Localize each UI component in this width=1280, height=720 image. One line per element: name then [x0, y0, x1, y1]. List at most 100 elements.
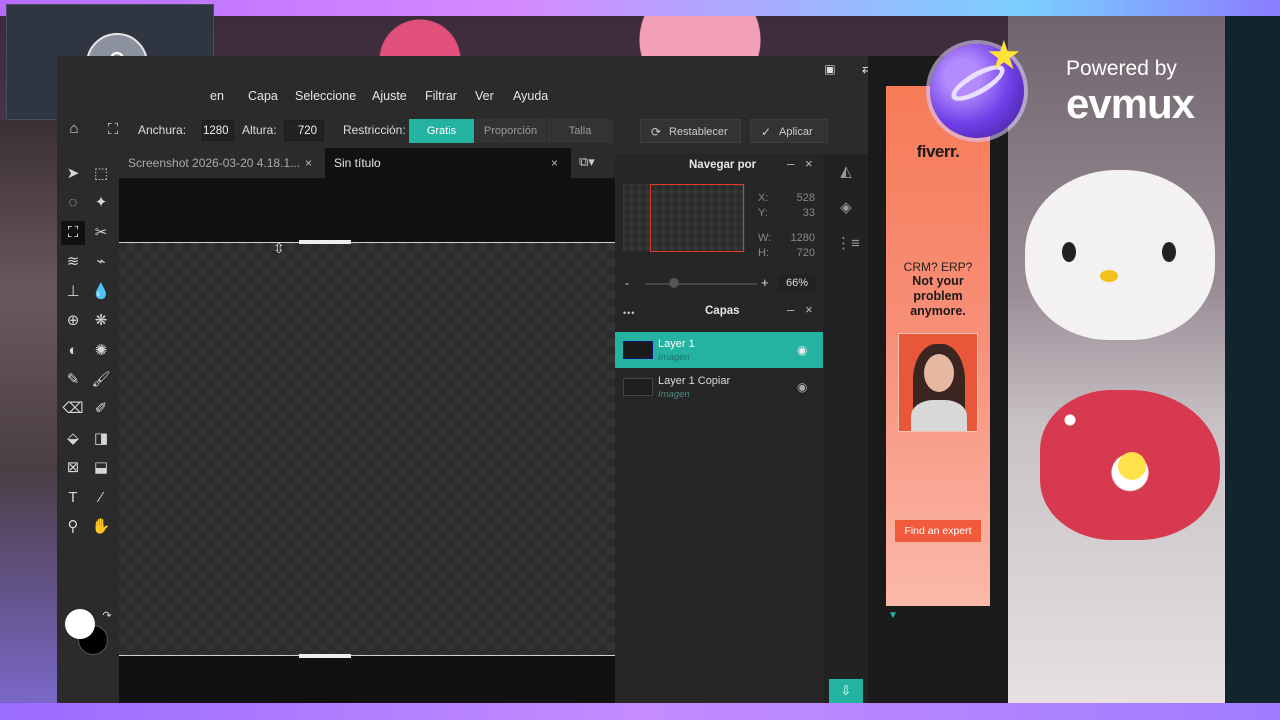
bandage-tool-icon[interactable]: ⌁ [89, 250, 113, 274]
layers-panel-icon[interactable]: ◈ [836, 198, 856, 218]
layers-panel: ••• Capas – × Layer 1 Imagen ◉ Layer 1 C… [615, 302, 823, 703]
eye-icon[interactable]: ◉ [797, 380, 807, 394]
menu-imagen[interactable]: en [210, 89, 224, 103]
menu-seleccione[interactable]: Seleccione [295, 89, 356, 103]
ad-cta-button[interactable]: Find an expert [895, 520, 981, 542]
reset-button[interactable]: ⟳ Restablecer [640, 119, 741, 143]
close-icon[interactable]: × [305, 148, 312, 178]
home-icon[interactable]: ⌂ [62, 117, 86, 141]
x-label: X: [758, 192, 769, 204]
crop-handle-bottom[interactable] [299, 654, 351, 658]
tab-screenshot[interactable]: Screenshot 2026-03-20 4.18.1... × [119, 148, 323, 178]
gradient-tool-icon[interactable]: ◨ [89, 427, 113, 451]
navigator-viewport[interactable] [650, 184, 744, 252]
advertisement[interactable]: fiverr. CRM? ERP? Not your problem anymo… [886, 86, 990, 606]
y-label: Y: [758, 207, 768, 219]
crop-tool-icon[interactable]: ⛶ [61, 221, 85, 245]
zoom-slider[interactable] [645, 283, 757, 285]
blur-tool-icon[interactable]: 💧 [89, 280, 113, 304]
apply-button[interactable]: ✓ Aplicar [750, 119, 828, 143]
width-label: Anchura: [138, 123, 187, 137]
globe-tool-icon[interactable]: ⊕ [61, 309, 85, 333]
slice-tool-icon[interactable]: ✂ [89, 221, 113, 245]
menu-ver[interactable]: Ver [475, 89, 494, 103]
menu-filtrar[interactable]: Filtrar [425, 89, 457, 103]
menu-ajuste[interactable]: Ajuste [372, 89, 407, 103]
apply-label: Aplicar [779, 126, 813, 138]
width-field[interactable]: 1280 [202, 120, 234, 141]
ad-choices-icon[interactable]: ▼ [888, 610, 898, 621]
brush-tool-icon[interactable]: 🖌 [89, 368, 113, 392]
navigator-panel: Navegar por – × X: 528 Y: 33 W: 1280 H: … [615, 154, 823, 304]
zoom-slider-handle[interactable] [669, 278, 679, 288]
fill-tool-icon[interactable]: ⬙ [61, 427, 85, 451]
sponge-tool-icon[interactable]: ✺ [89, 339, 113, 363]
minimize-icon[interactable]: – [787, 156, 794, 171]
zoom-level-field[interactable]: 66% [778, 274, 816, 292]
magic-wand-tool-icon[interactable]: ✦ [89, 191, 113, 215]
panel-menu-icon[interactable]: ••• [623, 308, 635, 318]
dodge-tool-icon[interactable]: ◐ [61, 339, 85, 363]
text-tool-icon[interactable]: T [61, 486, 85, 510]
hand-tool-icon[interactable]: ✋ [89, 515, 113, 539]
shape-tool-icon[interactable]: ⬓ [89, 456, 113, 480]
close-icon[interactable]: × [551, 148, 558, 178]
minimize-icon[interactable]: – [787, 302, 794, 317]
zoom-out-button[interactable]: - [625, 276, 629, 290]
layer-thumbnail [623, 378, 653, 396]
clipboard-icon[interactable]: ▣ [823, 62, 837, 76]
height-field[interactable]: 720 [284, 120, 324, 141]
marquee-tool-icon[interactable]: ⬚ [89, 162, 113, 186]
layer-name: Layer 1 Copiar [658, 375, 731, 387]
mode-proportion-button[interactable]: Proporción [475, 119, 546, 143]
layer-type: Imagen [658, 352, 690, 363]
close-icon[interactable]: × [805, 302, 813, 317]
tab-untitled[interactable]: Sin título × [325, 148, 571, 178]
swap-colors-icon[interactable]: ↷ [95, 604, 119, 628]
wallpaper-right-edge [1225, 16, 1280, 703]
x-value: 528 [796, 192, 815, 204]
photo-editor-window: ▣ ⇄ ⋮ en Capa Seleccione Ajuste Filtrar … [57, 56, 913, 703]
layer-row[interactable]: Layer 1 Imagen ◉ [615, 332, 823, 368]
layer-row[interactable]: Layer 1 Copiar Imagen ◉ [615, 369, 823, 405]
zoom-in-button[interactable]: + [761, 275, 769, 290]
crop-handle-top[interactable] [299, 240, 351, 244]
foreground-color-swatch[interactable] [65, 609, 95, 639]
tab-label: Sin título [334, 156, 381, 170]
document-canvas[interactable] [119, 242, 615, 656]
mode-free-button[interactable]: Gratis [409, 119, 474, 143]
brand-wordmark: evmux [1066, 80, 1195, 127]
ad-headline: Not your problem anymore. [910, 274, 966, 318]
move-tool-icon[interactable]: ➤ [61, 162, 85, 186]
zoom-tool-icon[interactable]: ⚲ [61, 515, 85, 539]
reset-label: Restablecer [669, 126, 728, 138]
menu-capa[interactable]: Capa [248, 89, 278, 103]
layer-name: Layer 1 [658, 338, 695, 350]
smudge-tool-icon[interactable]: ✐ [89, 397, 113, 421]
healing-tool-icon[interactable]: ≋ [61, 250, 85, 274]
pattern-tool-icon[interactable]: ❋ [89, 309, 113, 333]
eraser-tool-icon[interactable]: ⌫ [61, 397, 85, 421]
navigator-thumbnail[interactable] [623, 184, 745, 252]
stamp-tool-icon[interactable]: ⊥ [61, 280, 85, 304]
pen-tool-icon[interactable]: ✎ [61, 368, 85, 392]
tab-label: Screenshot 2026-03-20 4.18.1... [128, 156, 301, 170]
mode-size-button[interactable]: Talla [547, 119, 613, 143]
navigator-title: Navegar por [689, 159, 757, 171]
lasso-tool-icon[interactable]: ◌ [61, 191, 85, 215]
navigator-panel-icon[interactable]: ◭ [836, 162, 856, 182]
eye-icon[interactable]: ◉ [797, 343, 807, 357]
eyedropper-tool-icon[interactable]: ⁄ [89, 486, 113, 510]
canvas-area[interactable]: ⇳ [119, 178, 615, 703]
toolbox: ➤ ⬚ ◌ ✦ ⛶ ✂ ≋ ⌁ ⊥ 💧 ⊕ ❋ ◐ ✺ ✎ 🖌 ⌫ ✐ ⬙ ◨ … [57, 154, 119, 703]
close-icon[interactable]: × [805, 156, 813, 171]
frame-tool-icon[interactable]: ⊠ [61, 456, 85, 480]
properties-panel-icon[interactable]: ⋮≡ [836, 234, 860, 254]
menu-ayuda[interactable]: Ayuda [513, 89, 548, 103]
check-icon: ✓ [761, 125, 772, 139]
stream-frame-bottom [0, 703, 1280, 720]
layer-type: Imagen [658, 389, 690, 400]
crop-tool-icon: ⛶ [107, 121, 119, 138]
arrange-windows-icon[interactable]: ⧉▾ [579, 154, 595, 170]
download-icon[interactable]: ⇩ [829, 679, 863, 703]
